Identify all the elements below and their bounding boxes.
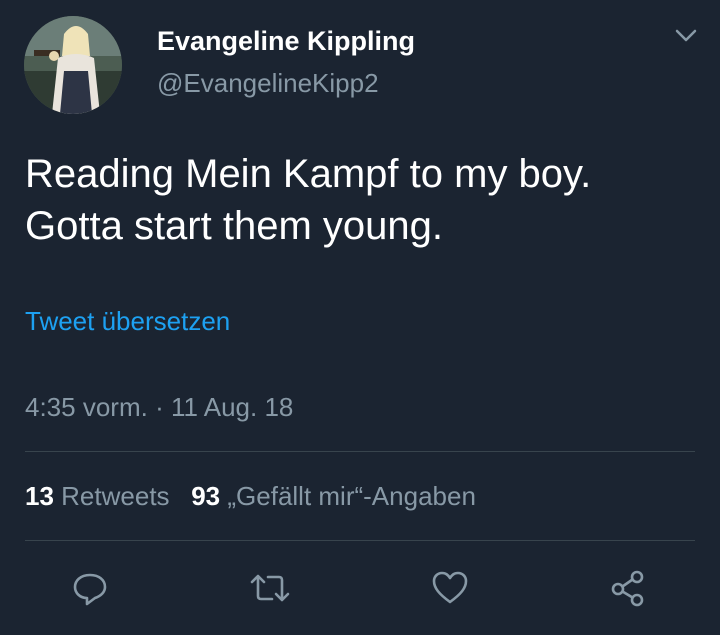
avatar-image [24,16,122,114]
divider [25,540,695,541]
avatar[interactable] [24,16,122,114]
like-button[interactable] [428,566,472,610]
share-icon [611,570,644,607]
user-handle[interactable]: @EvangelineKipp2 [157,68,379,99]
like-label: „Gefällt mir“-Angaben [227,481,476,511]
reply-icon [73,573,107,606]
retweets-stat[interactable]: 13 Retweets [25,481,170,511]
retweet-label: Retweets [61,481,170,511]
divider [25,451,695,452]
tweet-text: Reading Mein Kampf to my boy. Gotta star… [25,148,695,252]
reply-button[interactable] [68,566,112,610]
tweet-time: 4:35 vorm. [25,392,148,422]
display-name[interactable]: Evangeline Kippling [157,26,415,57]
tweet-date[interactable]: 11 Aug. 18 [171,392,293,422]
chevron-down-icon[interactable] [672,26,700,46]
retweet-count: 13 [25,481,54,511]
retweet-button[interactable] [248,566,292,610]
likes-stat[interactable]: 93 „Gefällt mir“-Angaben [191,481,476,511]
tweet-line-1: Reading Mein Kampf to my boy. [25,152,592,196]
retweet-icon [250,574,290,602]
like-count: 93 [191,481,221,511]
translate-tweet-link[interactable]: Tweet übersetzen [25,306,230,337]
heart-icon [432,571,468,604]
share-button[interactable] [606,566,650,610]
timestamp-separator: · [155,392,164,422]
timestamp: 4:35 vorm. · 11 Aug. 18 [25,392,293,423]
tweet-stats: 13 Retweets 93 „Gefällt mir“-Angaben [25,481,476,512]
tweet-line-2: Gotta start them young. [25,204,443,248]
